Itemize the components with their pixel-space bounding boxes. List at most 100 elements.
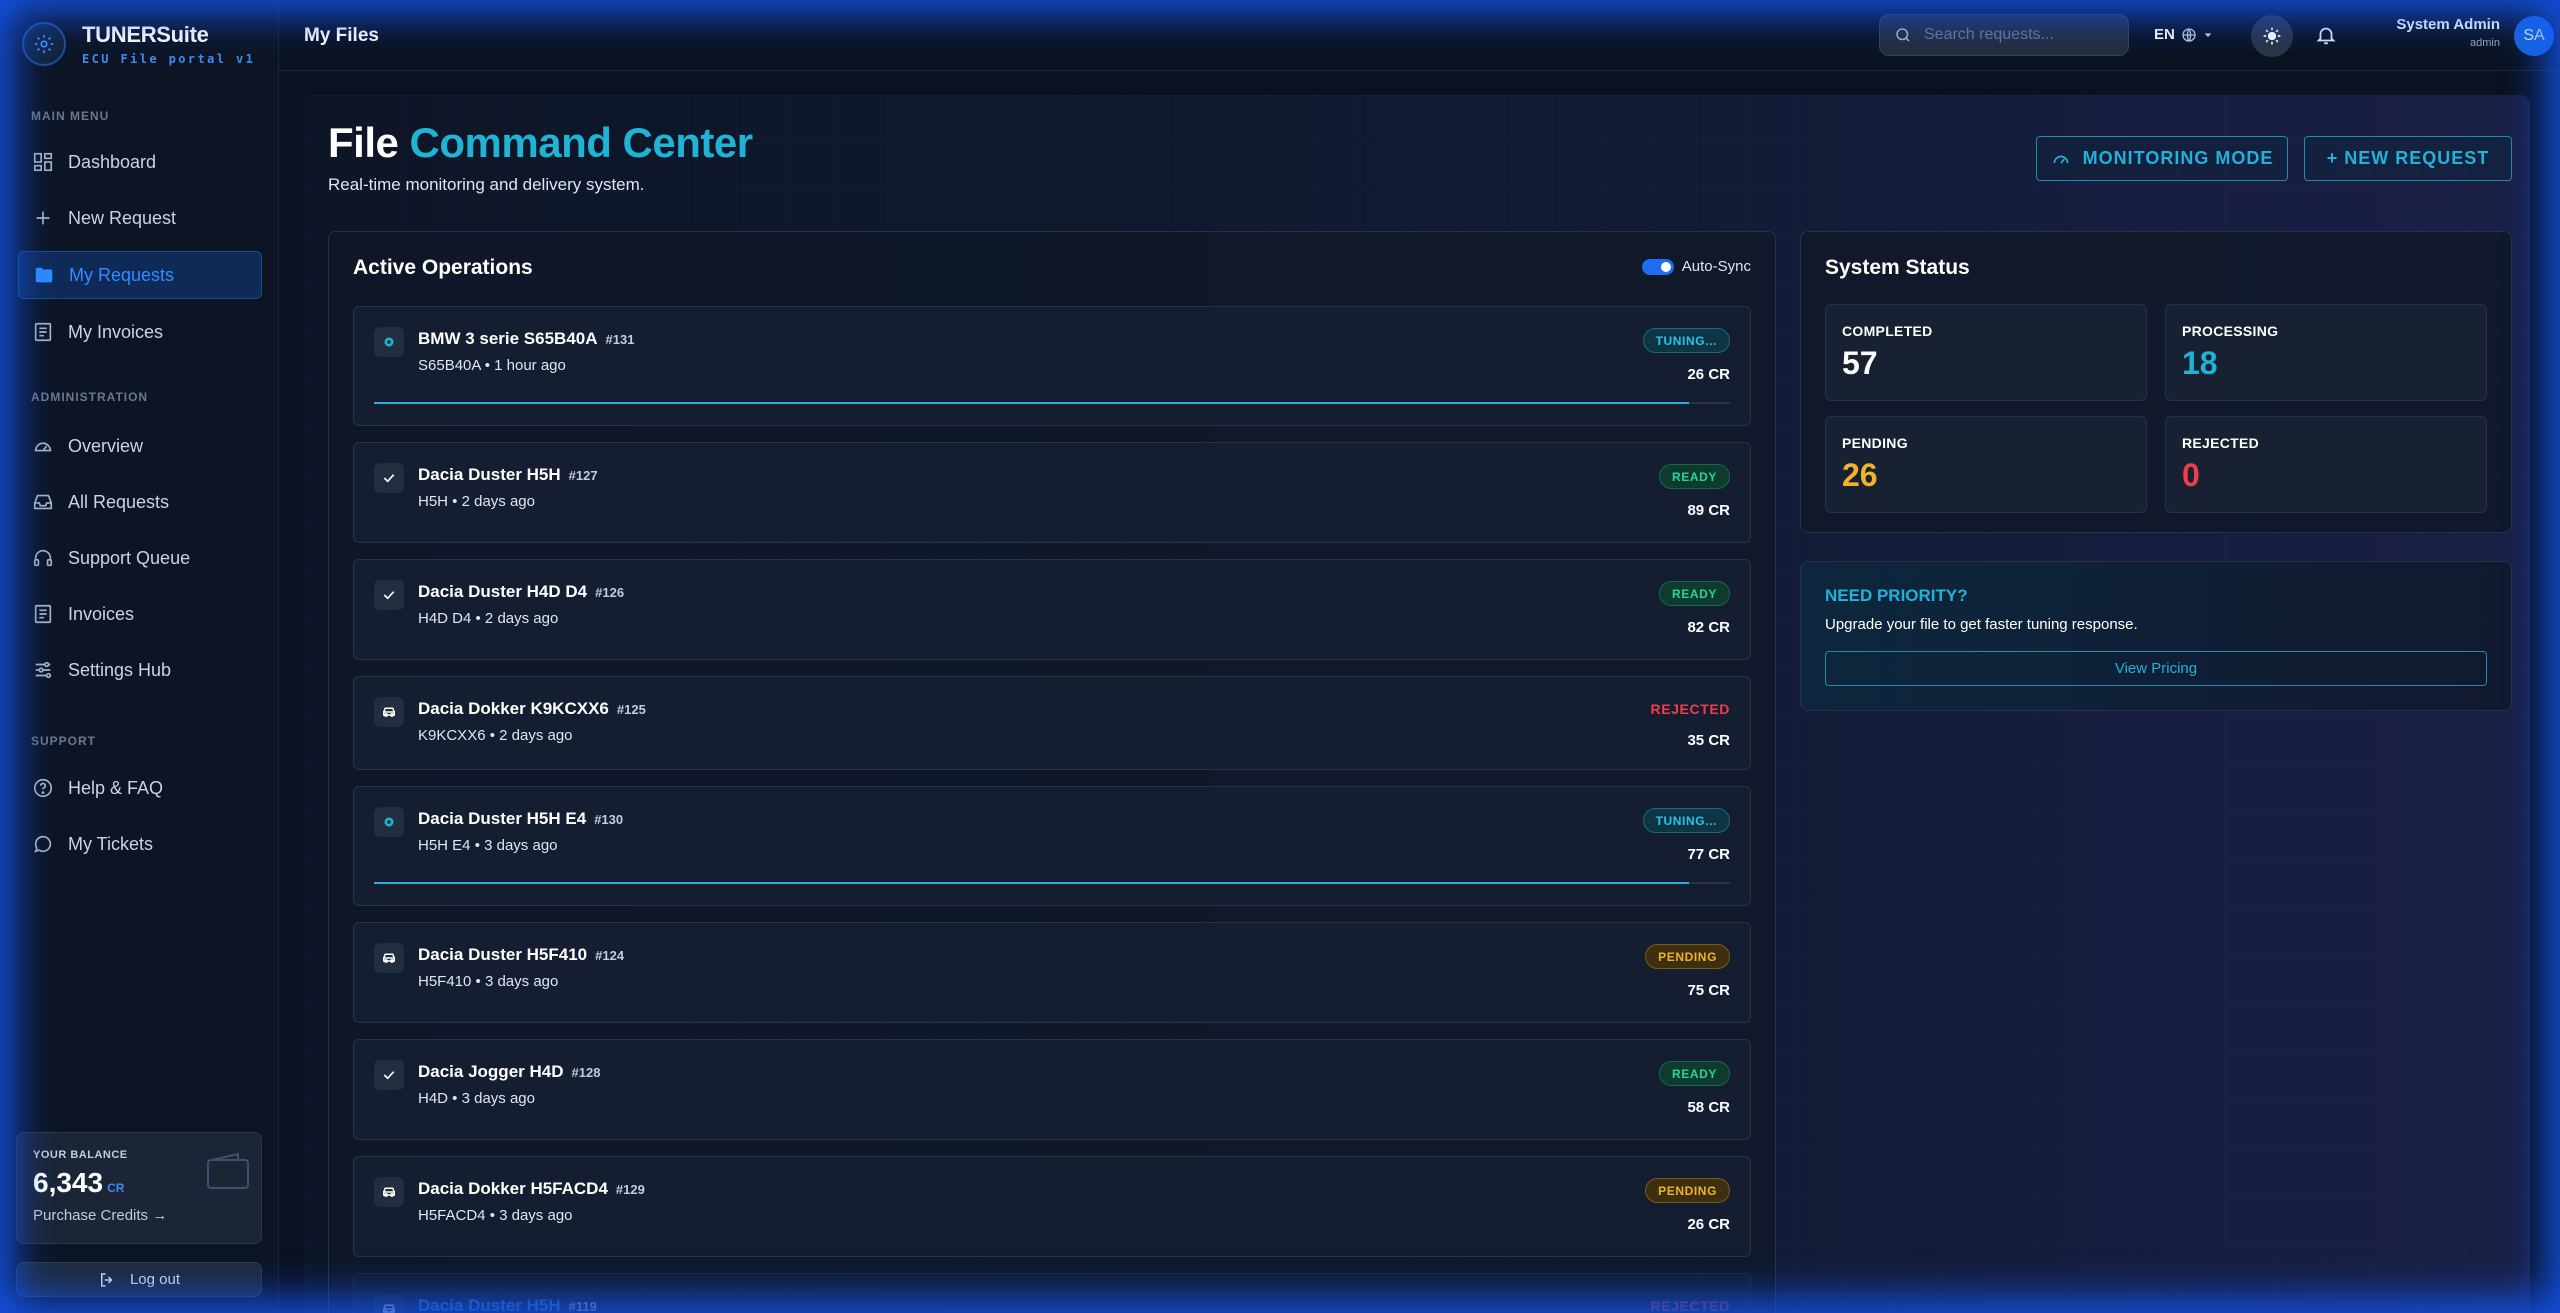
hero-subtitle: Real-time monitoring and delivery system… xyxy=(328,175,645,194)
sidebar-item-all-requests[interactable]: All Requests xyxy=(18,478,262,526)
stat-value: 26 xyxy=(1842,457,1878,493)
active-operations-title: Active Operations xyxy=(353,256,533,279)
operation-card[interactable]: Dacia Dokker K9KCXX6 #125 K9KCXX6 • 2 day… xyxy=(353,676,1751,770)
topbar: My Files EN System Admin admin SA xyxy=(279,0,2560,71)
sidebar-item-my-tickets[interactable]: My Tickets xyxy=(18,820,262,868)
car-icon xyxy=(374,1294,404,1313)
brand[interactable]: TUNERSuite ECU File portal v1 xyxy=(22,22,255,66)
progress-bar xyxy=(374,402,1730,404)
operation-id: #126 xyxy=(595,585,625,600)
operation-title: Dacia Duster H5F410 #124 xyxy=(418,945,624,965)
logout-button[interactable]: Log out xyxy=(16,1262,262,1297)
balance-unit: CR xyxy=(107,1181,125,1195)
theme-toggle-button[interactable] xyxy=(2251,15,2293,57)
brand-logo-icon xyxy=(22,22,66,66)
operation-card[interactable]: Dacia Duster H5H #119 REJECTED xyxy=(353,1273,1751,1313)
status-badge: READY xyxy=(1658,1061,1730,1086)
stat-rejected: REJECTED 0 xyxy=(2165,416,2487,513)
car-icon xyxy=(374,1177,404,1207)
help-icon xyxy=(33,778,53,798)
language-label: EN xyxy=(2154,26,2175,43)
main-content: File Command Center Real-time monitoring… xyxy=(304,95,2530,1313)
status-badge: TUNING... xyxy=(1642,328,1730,353)
operation-price: 35 CR xyxy=(1687,732,1730,749)
operation-card[interactable]: Dacia Duster H4D D4 #126 H4D D4 • 2 days … xyxy=(353,559,1751,660)
operation-title: Dacia Duster H5H E4 #130 xyxy=(418,809,623,829)
operation-title: Dacia Duster H4D D4 #126 xyxy=(418,582,624,602)
search-box[interactable] xyxy=(1879,14,2129,56)
brand-name: TUNERSuite xyxy=(82,22,209,47)
operation-price: 82 CR xyxy=(1687,619,1730,636)
chat-icon xyxy=(34,835,52,853)
sidebar-item-label: Support Queue xyxy=(68,547,191,568)
sidebar-item-support-queue[interactable]: Support Queue xyxy=(18,534,262,582)
sidebar-item-label: Help & FAQ xyxy=(68,777,164,798)
sidebar-item-label: My Tickets xyxy=(68,833,154,854)
sidebar-item-label: Invoices xyxy=(68,603,135,624)
operation-title: Dacia Duster H5H #119 xyxy=(418,1296,597,1313)
toggle-switch[interactable] xyxy=(1641,258,1674,275)
operation-title: Dacia Duster H5H #127 xyxy=(418,465,598,485)
status-badge: REJECTED xyxy=(1650,1297,1730,1313)
operation-subtitle: H5F410 • 3 days ago xyxy=(418,973,559,990)
purchase-credits-link[interactable]: Purchase Credits → xyxy=(33,1207,245,1224)
operation-price: 26 CR xyxy=(1687,1216,1730,1233)
hero-title: File Command Center xyxy=(328,119,753,167)
dashboard-icon xyxy=(33,152,53,172)
sidebar-item-label: Overview xyxy=(68,435,144,456)
operation-id: #131 xyxy=(605,332,635,347)
stat-label: REJECTED xyxy=(2182,435,2260,451)
priority-title: NEED PRIORITY? xyxy=(1825,586,1968,605)
operation-card[interactable]: Dacia Jogger H4D #128 H4D • 3 days ago RE… xyxy=(353,1039,1751,1140)
operation-subtitle: H5H • 2 days ago xyxy=(418,493,535,510)
system-status-title: System Status xyxy=(1825,256,1970,279)
operation-price: 26 CR xyxy=(1687,366,1730,383)
operation-card[interactable]: BMW 3 serie S65B40A #131 S65B40A • 1 hour… xyxy=(353,306,1751,426)
search-input[interactable] xyxy=(1924,26,2114,44)
logout-icon xyxy=(100,1272,113,1287)
tuning-gear-icon xyxy=(374,327,404,357)
operation-subtitle: H5H E4 • 3 days ago xyxy=(418,837,558,854)
sidebar-item-label: Dashboard xyxy=(68,151,157,172)
operation-card[interactable]: Dacia Duster H5H E4 #130 H5H E4 • 3 days … xyxy=(353,786,1751,906)
sidebar-item-overview[interactable]: Overview xyxy=(18,422,262,470)
avatar[interactable]: SA xyxy=(2514,16,2554,56)
priority-panel: NEED PRIORITY? Upgrade your file to get … xyxy=(1800,561,2512,711)
view-pricing-button[interactable]: View Pricing xyxy=(1825,651,2487,686)
operation-card[interactable]: Dacia Duster H5F410 #124 H5F410 • 3 days … xyxy=(353,922,1751,1023)
operation-card[interactable]: Dacia Duster H5H #127 H5H • 2 days ago RE… xyxy=(353,442,1751,543)
hero-title-prefix: File xyxy=(328,119,399,166)
sidebar-item-invoices[interactable]: Invoices xyxy=(18,590,262,638)
sidebar-item-label: My Invoices xyxy=(68,321,164,342)
sidebar-item-help-faq[interactable]: Help & FAQ xyxy=(18,764,262,812)
status-badge: PENDING xyxy=(1645,944,1730,969)
sidebar-item-dashboard[interactable]: Dashboard xyxy=(18,138,262,186)
page-title: My Files xyxy=(304,25,379,46)
check-icon xyxy=(374,580,404,610)
sidebar-item-new-request[interactable]: New Request xyxy=(18,194,262,242)
tuning-gear-icon xyxy=(374,807,404,837)
operation-id: #119 xyxy=(568,1299,597,1313)
monitoring-mode-button[interactable]: MONITORING MODE xyxy=(2036,136,2288,181)
plus-icon xyxy=(36,211,50,225)
operation-id: #128 xyxy=(571,1065,601,1080)
operation-title: Dacia Jogger H4D #128 xyxy=(418,1062,600,1082)
operation-name: Dacia Duster H5F410 xyxy=(418,945,588,964)
operation-id: #129 xyxy=(615,1182,645,1197)
logout-label: Log out xyxy=(129,1271,181,1288)
operation-name: Dacia Duster H5H xyxy=(418,465,561,484)
sidebar-item-my-requests[interactable]: My Requests xyxy=(18,251,262,299)
bell-icon[interactable] xyxy=(2315,23,2337,47)
sidebar: TUNERSuite ECU File portal v1 MAIN MENU … xyxy=(0,0,279,1313)
language-selector[interactable]: EN xyxy=(2154,26,2213,43)
new-request-button[interactable]: + NEW REQUEST xyxy=(2304,136,2512,181)
operation-card[interactable]: Dacia Dokker H5FACD4 #129 H5FACD4 • 3 day… xyxy=(353,1156,1751,1257)
user-info[interactable]: System Admin admin xyxy=(2380,16,2500,49)
operation-price: 77 CR xyxy=(1687,846,1730,863)
progress-bar xyxy=(374,882,1730,884)
sidebar-item-my-invoices[interactable]: My Invoices xyxy=(18,308,262,356)
operation-name: Dacia Duster H4D D4 xyxy=(418,582,588,601)
sidebar-item-settings-hub[interactable]: Settings Hub xyxy=(18,646,262,694)
stat-label: PROCESSING xyxy=(2182,323,2279,339)
auto-sync-toggle[interactable]: Auto-Sync xyxy=(1641,258,1751,275)
